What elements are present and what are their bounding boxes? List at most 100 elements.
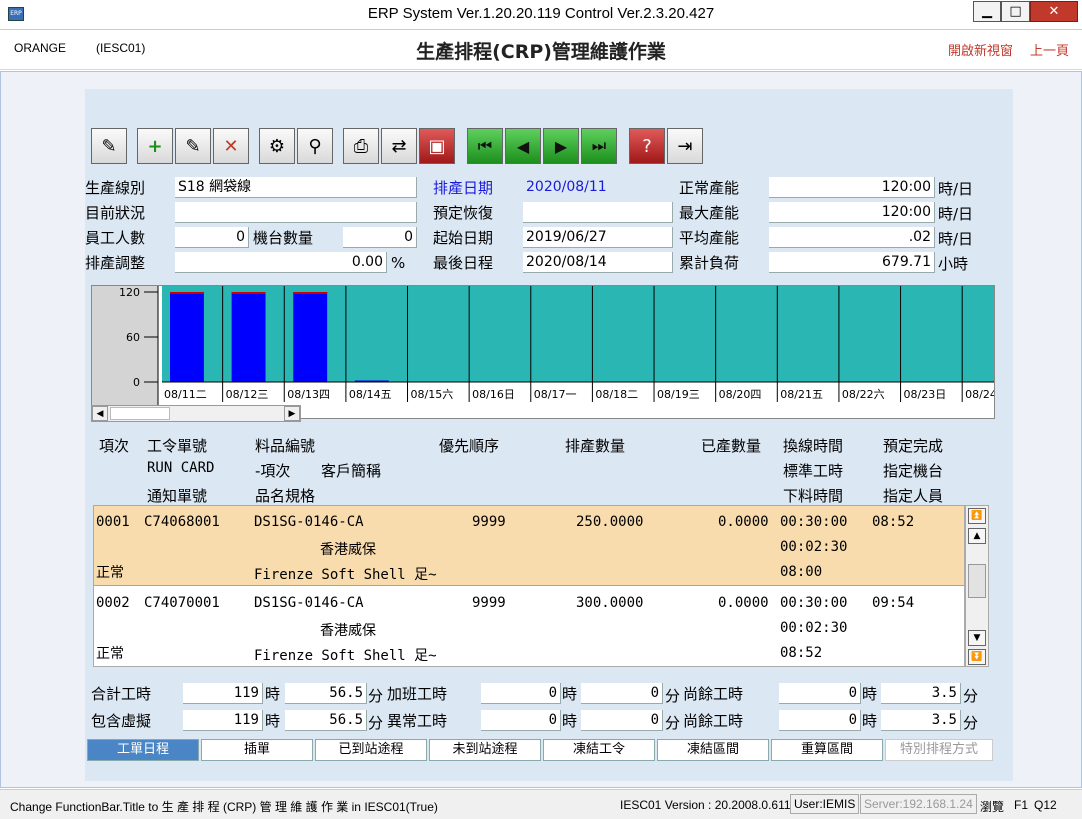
start-date-field[interactable]: 2019/06/27: [523, 227, 673, 248]
maximize-button[interactable]: □: [1001, 1, 1030, 22]
col-work-order: 工令單號: [147, 437, 208, 455]
tab-arrived-route[interactable]: 已到站途程: [315, 739, 427, 761]
remain2-min-unit: 分: [963, 714, 979, 732]
row-status: 正常: [96, 646, 124, 662]
scroll-left-icon[interactable]: ◀: [92, 406, 108, 421]
chart-hscrollbar[interactable]: ◀ ▶: [91, 405, 301, 422]
scroll-up-icon[interactable]: ▲: [968, 528, 986, 544]
x-tick-label: 08/13四: [287, 388, 330, 401]
x-tick-label: 08/16日: [472, 388, 515, 401]
remain1-hour-unit: 時: [862, 685, 878, 703]
transfer-icon[interactable]: ⇄: [381, 128, 417, 164]
x-tick-label: 08/22六: [842, 388, 885, 401]
total-hours-field: 119: [183, 683, 263, 704]
col-seq: 項次: [99, 437, 130, 455]
search-icon[interactable]: ⚲: [297, 128, 333, 164]
capacity-chart: 120 60 0 08/11二 08/12三 08/13四 08/14五 08/15六 08/1…: [91, 285, 995, 419]
col-notice-no: 通知單號: [147, 487, 208, 505]
last-date-field[interactable]: 2020/08/14: [523, 252, 673, 273]
avg-cap-label: 平均產能: [679, 229, 740, 247]
open-new-window-link[interactable]: 開啟新視窗: [948, 40, 1013, 59]
scroll-bottom-icon[interactable]: ⏬: [968, 649, 986, 665]
row-seq: 0001: [96, 514, 130, 530]
first-icon[interactable]: ⏮: [467, 128, 503, 164]
remain2-hour-unit: 時: [862, 712, 878, 730]
normal-cap-unit: 時/日: [938, 180, 974, 198]
avg-cap-unit: 時/日: [938, 230, 974, 248]
line-label: 生產線別: [85, 179, 146, 197]
adjust-field[interactable]: 0.00: [175, 252, 387, 273]
remain1-min-field: 3.5: [881, 683, 961, 704]
row-item-no: DS1SG-0146-CA: [254, 514, 364, 530]
chart-scroll-thumb[interactable]: [110, 407, 170, 420]
tab-work-schedule[interactable]: 工單日程: [87, 739, 199, 761]
avg-cap-field[interactable]: .02: [769, 227, 935, 248]
grid-scroll-thumb[interactable]: [968, 564, 986, 598]
normal-cap-field[interactable]: 120:00: [769, 177, 935, 198]
y-tick-label: 60: [126, 331, 140, 344]
remain1-hours-field: 0: [779, 683, 861, 704]
status-bar: Change FunctionBar.Title to 生 產 排 程 (CRP…: [0, 789, 1082, 819]
tab-insert-order[interactable]: 插單: [201, 739, 313, 761]
row-item-no: DS1SG-0146-CA: [254, 595, 364, 611]
y-tick-label: 0: [133, 376, 140, 389]
print-icon[interactable]: ⎙: [343, 128, 379, 164]
scroll-top-icon[interactable]: ⏫: [968, 508, 986, 524]
row-customer: 香港威保: [320, 542, 376, 558]
help-icon[interactable]: ?: [629, 128, 665, 164]
prev-page-link[interactable]: 上一頁: [1030, 40, 1069, 59]
tab-freeze-range[interactable]: 凍結區間: [657, 739, 769, 761]
total-hours-label: 合計工時: [91, 685, 152, 703]
tab-freeze-order[interactable]: 凍結工令: [543, 739, 655, 761]
exit-icon[interactable]: ⇥: [667, 128, 703, 164]
staff-field[interactable]: 0: [175, 227, 249, 248]
x-tick-label: 08/23日: [904, 388, 947, 401]
minimize-button[interactable]: ▁: [973, 1, 1001, 22]
overtime-min-field: 0: [581, 683, 663, 704]
row-changeover: 00:30:00: [780, 595, 848, 611]
settings-icon[interactable]: ⚙: [259, 128, 295, 164]
bar: [231, 292, 266, 382]
last-icon[interactable]: ⏭: [581, 128, 617, 164]
tab-pending-route[interactable]: 未到站途程: [429, 739, 541, 761]
line-field[interactable]: S18 網袋線: [175, 177, 417, 198]
sched-date-field[interactable]: 2020/08/11: [523, 177, 673, 198]
row-work-order: C74068001: [144, 514, 220, 530]
prev-icon[interactable]: ◀: [505, 128, 541, 164]
save-icon[interactable]: ▣: [419, 128, 455, 164]
row-std-hours: 00:02:30: [780, 539, 848, 555]
add-icon[interactable]: +: [137, 128, 173, 164]
modify-icon[interactable]: ✎: [175, 128, 211, 164]
x-tick-label: 08/14五: [349, 388, 392, 401]
load-field[interactable]: 679.71: [769, 252, 935, 273]
normal-cap-label: 正常產能: [679, 179, 740, 197]
overtime-label: 加班工時: [387, 685, 448, 703]
status-field[interactable]: [175, 202, 417, 223]
next-icon[interactable]: ▶: [543, 128, 579, 164]
table-row[interactable]: 0001 C74068001 DS1SG-0146-CA 9999 250.00…: [94, 506, 964, 586]
edit-icon[interactable]: ✎: [91, 128, 127, 164]
table-row[interactable]: 0002 C74070001 DS1SG-0146-CA 9999 300.00…: [94, 587, 964, 667]
plot-area: [162, 286, 994, 382]
close-button[interactable]: ✕: [1030, 1, 1078, 22]
remain-label-1: 尚餘工時: [683, 685, 744, 703]
row-due-done: 09:54: [872, 595, 915, 611]
scroll-right-icon[interactable]: ▶: [284, 406, 300, 421]
delete-icon[interactable]: ✕: [213, 128, 249, 164]
sched-date-label: 排產日期: [433, 179, 494, 197]
machine-field[interactable]: 0: [343, 227, 417, 248]
col-std-hours: 標準工時: [783, 462, 844, 480]
grid-vscrollbar[interactable]: ⏫ ▲ ▼ ⏬: [965, 505, 989, 667]
scroll-down-icon[interactable]: ▼: [968, 630, 986, 646]
max-cap-field[interactable]: 120:00: [769, 202, 935, 223]
x-tick-label: 08/15六: [411, 388, 454, 401]
total-min-unit: 分: [368, 687, 384, 705]
recover-field[interactable]: [523, 202, 673, 223]
col-changeover: 換線時間: [783, 437, 844, 455]
page-title: 生產排程(CRP)管理維護作業: [416, 41, 666, 63]
row-item-spec: Firenze Soft Shell 足~: [254, 648, 437, 664]
schedule-grid: 0001 C74068001 DS1SG-0146-CA 9999 250.00…: [93, 505, 965, 667]
machine-label: 機台數量: [253, 229, 314, 247]
tab-recalc-range[interactable]: 重算區間: [771, 739, 883, 761]
x-tick-label: 08/11二: [164, 388, 207, 401]
